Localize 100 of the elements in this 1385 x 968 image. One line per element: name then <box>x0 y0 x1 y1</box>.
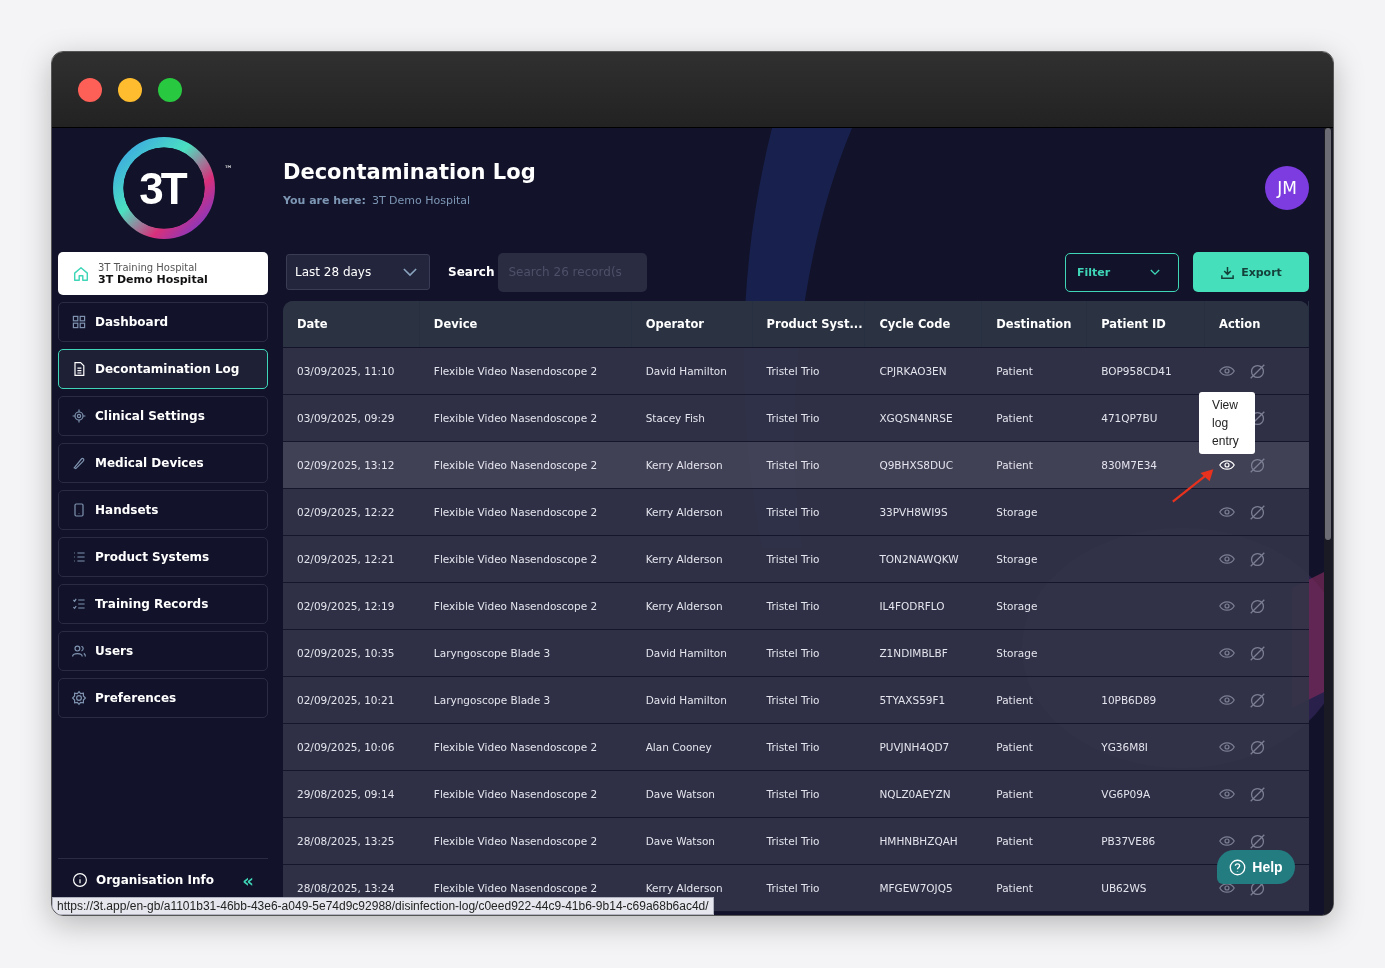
table-cell: Tristel Trio <box>766 506 820 518</box>
nav-item[interactable]: Handsets <box>58 490 268 530</box>
export-button[interactable]: Export <box>1193 252 1309 292</box>
table-cell: Patient <box>996 788 1033 800</box>
table-cell: 02/09/2025, 13:12 <box>297 459 395 471</box>
table-cell: Tristel Trio <box>766 835 820 847</box>
nav-item[interactable]: Dashboard <box>58 302 268 342</box>
table-cell: Tristel Trio <box>766 412 820 424</box>
table-cell: Tristel Trio <box>766 365 820 377</box>
home-icon <box>72 264 90 283</box>
table-cell: Patient <box>996 694 1033 706</box>
table-cell: Z1NDIMBLBF <box>879 647 948 659</box>
table-cell: VG6P09A <box>1101 788 1151 800</box>
table-cell: HMHNBHZQAH <box>879 835 958 847</box>
table-cell: XGQSN4NRSE <box>879 412 953 424</box>
table-cell: David Hamilton <box>645 365 727 377</box>
table-cell: Storage <box>996 647 1038 659</box>
table-cell: 29/08/2025, 09:14 <box>297 788 395 800</box>
table-cell: Storage <box>996 600 1038 612</box>
table-cell: CPJRKAO3EN <box>879 365 947 377</box>
table-cell: Tristel Trio <box>766 694 820 706</box>
nav-item[interactable]: Users <box>58 631 268 671</box>
nav-item[interactable]: Clinical Settings <box>58 396 268 436</box>
filter-dropdown[interactable]: Filter <box>1065 252 1179 292</box>
nav-item[interactable]: Preferences <box>58 678 268 718</box>
table-cell: Laryngoscope Blade 3 <box>433 694 551 706</box>
users-icon <box>71 643 87 659</box>
table-cell: Tristel Trio <box>766 882 820 894</box>
table-cell: Tristel Trio <box>766 459 820 471</box>
table-cell: 02/09/2025, 10:06 <box>297 741 395 753</box>
table-cell: 02/09/2025, 10:35 <box>297 647 395 659</box>
table-cell: Q9BHXS8DUC <box>879 459 954 471</box>
table-cell: Kerry Alderson <box>645 459 723 471</box>
table-cell: Patient <box>996 882 1033 894</box>
phone-icon <box>71 502 87 518</box>
table-cell: Kerry Alderson <box>645 882 723 894</box>
column-header[interactable]: Operator <box>631 301 753 347</box>
tooltip: View log entry <box>1199 392 1256 454</box>
breadcrumb-link[interactable]: 3T Demo Hospital <box>371 194 471 207</box>
organisation-card[interactable]: 3T Training Hospital 3T Demo Hospital <box>58 252 268 295</box>
checklist-icon <box>71 596 87 612</box>
list-icon <box>71 549 87 565</box>
page-title: Decontamination Log <box>283 160 537 184</box>
close-button[interactable] <box>78 77 102 102</box>
chevron-down-icon <box>403 267 417 277</box>
table-cell: 471QP7BU <box>1101 412 1158 424</box>
table-cell: 03/09/2025, 11:10 <box>297 365 395 377</box>
table-cell: 10PB6D89 <box>1101 694 1157 706</box>
nav-item[interactable]: Training Records <box>58 584 268 624</box>
table-cell: Patient <box>996 412 1033 424</box>
table-cell: Flexible Video Nasendoscope 2 <box>433 835 598 847</box>
logo-text: 3T <box>139 164 185 214</box>
nav-item[interactable]: Product Systems <box>58 537 268 577</box>
organisation-name: 3T Demo Hospital <box>98 273 208 286</box>
download-icon <box>1220 264 1236 280</box>
table-cell: 02/09/2025, 12:19 <box>297 600 395 612</box>
help-button[interactable]: Help <box>1217 850 1295 884</box>
table-cell: PB37VE86 <box>1101 835 1156 847</box>
table-cell: Patient <box>996 365 1033 377</box>
table-cell: Flexible Video Nasendoscope 2 <box>433 506 598 518</box>
collapse-button[interactable]: « <box>242 869 254 891</box>
table-cell: 02/09/2025, 12:22 <box>297 506 395 518</box>
table-cell: Flexible Video Nasendoscope 2 <box>433 365 598 377</box>
chevron-down-icon <box>1150 268 1160 276</box>
question-icon <box>1229 858 1247 876</box>
nav-item[interactable]: Decontamination Log <box>58 349 268 389</box>
document-icon <box>71 361 87 377</box>
pen-icon <box>71 455 87 471</box>
column-header[interactable]: Date <box>283 301 420 347</box>
zoom-button[interactable] <box>158 77 182 102</box>
organisation-group: 3T Training Hospital <box>98 261 208 274</box>
column-header[interactable]: Device <box>419 301 632 347</box>
table-cell: 830M7E34 <box>1101 459 1157 471</box>
table-cell: Patient <box>996 459 1033 471</box>
user-avatar[interactable]: JM <box>1265 166 1309 210</box>
table-cell: Dave Watson <box>645 788 715 800</box>
nav-item[interactable]: Medical Devices <box>58 443 268 483</box>
table-cell: 02/09/2025, 12:21 <box>297 553 395 565</box>
table-cell: Flexible Video Nasendoscope 2 <box>433 741 598 753</box>
organisation-info-link[interactable]: Organisation Info <box>96 873 235 887</box>
table-cell: PUVJNH4QD7 <box>879 741 950 753</box>
table-cell: YG36M8I <box>1101 741 1148 753</box>
table-cell: Flexible Video Nasendoscope 2 <box>433 553 598 565</box>
minimize-button[interactable] <box>118 77 142 102</box>
column-header[interactable]: Action <box>1205 301 1309 347</box>
table-cell: 03/09/2025, 09:29 <box>297 412 395 424</box>
target-icon <box>71 408 87 424</box>
scrollbar-thumb[interactable] <box>1325 128 1331 540</box>
gear-icon <box>71 690 87 706</box>
table-cell: Storage <box>996 506 1038 518</box>
table-cell: Tristel Trio <box>766 647 820 659</box>
info-icon <box>72 872 88 888</box>
column-header[interactable]: Patient ID <box>1087 301 1206 347</box>
column-header[interactable]: Cycle Code <box>865 301 983 347</box>
column-header[interactable]: Destination <box>982 301 1088 347</box>
period-dropdown[interactable]: Last 28 days <box>286 254 430 290</box>
table-cell: Alan Cooney <box>645 741 712 753</box>
table-cell: Tristel Trio <box>766 600 820 612</box>
column-header[interactable]: Product Syst... <box>752 301 866 347</box>
table-cell: 28/08/2025, 13:25 <box>297 835 395 847</box>
